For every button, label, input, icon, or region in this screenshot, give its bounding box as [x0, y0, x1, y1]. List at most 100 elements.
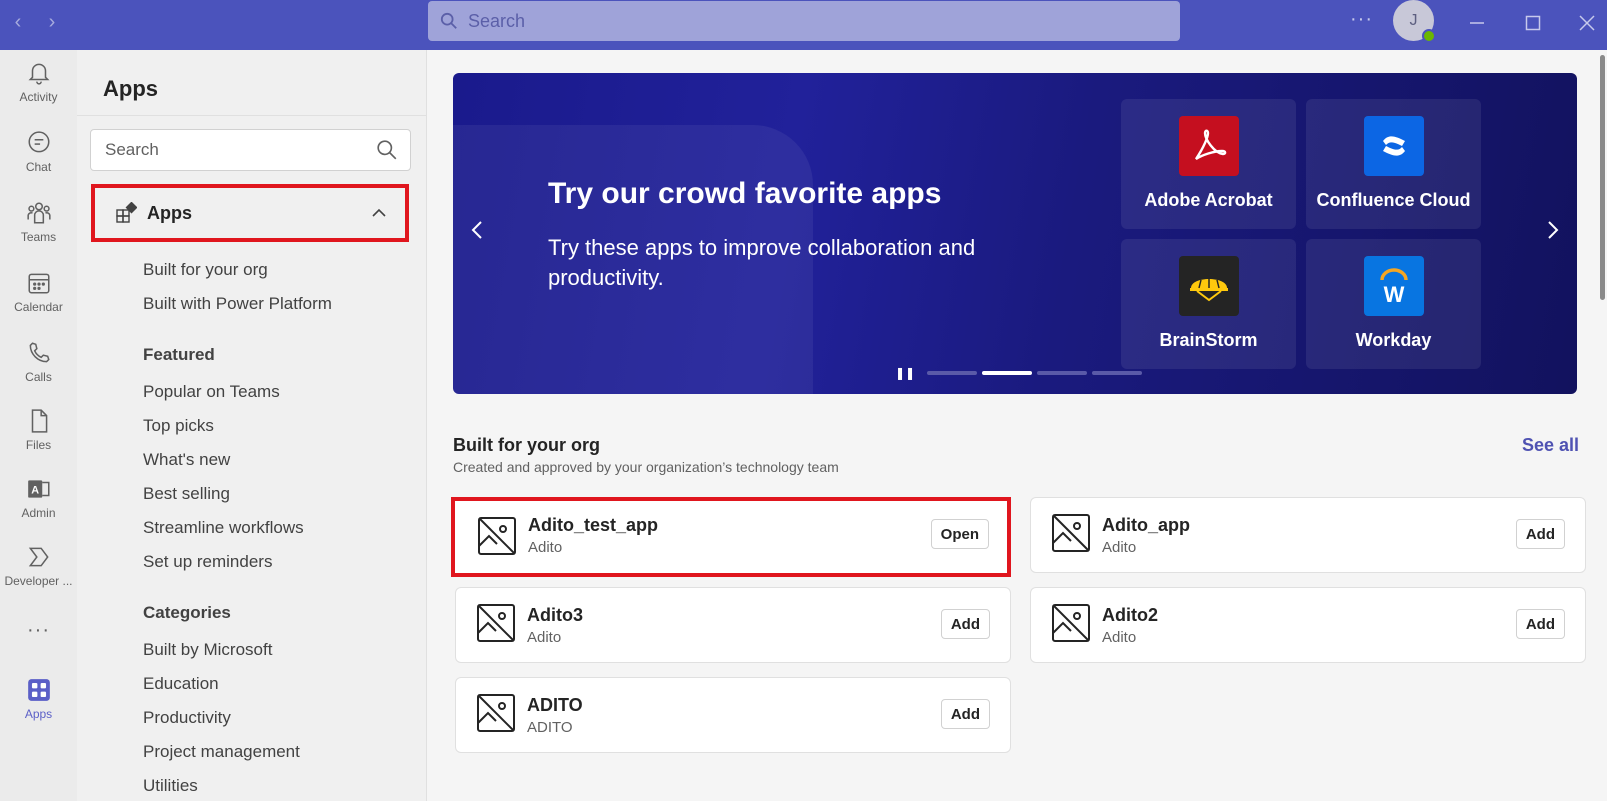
rail-label: Chat — [25, 160, 52, 174]
rail-item-apps[interactable]: Apps — [0, 677, 77, 741]
nav-best-selling[interactable]: Best selling — [143, 484, 230, 504]
hero-tile-brainstorm[interactable]: BrainStorm — [1121, 239, 1296, 369]
see-all-link[interactable]: See all — [1522, 435, 1579, 456]
hero-tile-name: Adobe Acrobat — [1144, 190, 1273, 210]
rail-item-developer[interactable]: Developer ... — [0, 544, 77, 608]
app-card-adito-app[interactable]: Adito_app Adito Add — [1030, 497, 1586, 573]
minimize-icon[interactable] — [1462, 8, 1492, 38]
search-icon — [377, 140, 397, 160]
image-placeholder-icon — [477, 694, 515, 732]
teams-icon — [26, 202, 51, 224]
rail-item-calendar[interactable]: Calendar — [0, 270, 77, 334]
hero-banner: Try our crowd favorite apps Try these ap… — [453, 73, 1577, 394]
developer-icon — [28, 547, 49, 567]
rail-label: Activity — [19, 90, 58, 104]
rail-item-activity[interactable]: Activity — [0, 60, 77, 124]
apps-search-placeholder: Search — [105, 140, 159, 159]
carousel-indicators: ❚❚ — [895, 366, 1147, 380]
image-placeholder-icon — [1052, 514, 1090, 552]
carousel-dot-active[interactable] — [982, 371, 1033, 375]
rail-label: Admin — [21, 506, 56, 520]
rail-item-admin[interactable]: A Admin — [0, 476, 77, 540]
maximize-icon[interactable] — [1518, 8, 1548, 38]
chevron-up-icon — [372, 208, 386, 217]
avatar[interactable]: J — [1393, 0, 1436, 43]
apps-add-icon — [116, 202, 137, 223]
admin-icon: A — [27, 480, 50, 498]
chat-icon — [27, 131, 50, 153]
rail-label: Files — [25, 438, 52, 452]
section-subtitle: Created and approved by your organizatio… — [453, 459, 839, 475]
carousel-dot[interactable] — [1037, 371, 1088, 375]
app-name: Adito2 — [1102, 605, 1158, 625]
app-card-adito2[interactable]: Adito2 Adito Add — [1030, 587, 1586, 663]
nav-built-with-power-platform[interactable]: Built with Power Platform — [143, 294, 332, 314]
apps-search-input[interactable]: Search — [90, 129, 411, 171]
nav-education[interactable]: Education — [143, 674, 219, 694]
app-name: Adito_test_app — [528, 515, 659, 535]
more-options-icon[interactable]: ··· — [1350, 8, 1373, 31]
app-publisher: Adito — [527, 629, 562, 646]
rail-label: Teams — [20, 230, 57, 244]
search-icon — [440, 12, 457, 29]
hero-tile-confluence-cloud[interactable]: Confluence Cloud — [1306, 99, 1481, 229]
hero-tile-adobe-acrobat[interactable]: Adobe Acrobat — [1121, 99, 1296, 229]
carousel-dot[interactable] — [927, 371, 978, 375]
hero-tile-name: Confluence Cloud — [1316, 190, 1471, 210]
rail-label: Calls — [25, 370, 52, 384]
brainstorm-logo-icon — [1178, 256, 1239, 316]
carousel-prev-icon[interactable] — [467, 218, 487, 247]
close-icon[interactable] — [1572, 8, 1602, 38]
apps-section-label: Apps — [147, 202, 192, 223]
bell-icon — [28, 63, 49, 85]
global-search-placeholder: Search — [468, 10, 526, 31]
scrollbar[interactable] — [1600, 55, 1605, 300]
nav-top-picks[interactable]: Top picks — [143, 416, 214, 436]
open-button[interactable]: Open — [930, 519, 989, 549]
divider — [77, 115, 427, 116]
carousel-next-icon[interactable] — [1543, 218, 1563, 247]
nav-built-by-microsoft[interactable]: Built by Microsoft — [143, 640, 272, 660]
hero-tile-workday[interactable]: W Workday — [1306, 239, 1481, 369]
app-rail: Activity Chat Teams Calendar Calls Files… — [0, 50, 77, 801]
nav-project-management[interactable]: Project management — [143, 742, 300, 762]
nav-set-up-reminders[interactable]: Set up reminders — [143, 552, 272, 572]
app-name: Adito_app — [1102, 515, 1190, 535]
workday-logo-icon: W — [1363, 256, 1424, 316]
presence-status-icon — [1422, 29, 1436, 43]
hero-subtitle: Try these apps to improve collaboration … — [548, 235, 976, 290]
add-button[interactable]: Add — [1515, 609, 1565, 639]
nav-built-for-org[interactable]: Built for your org — [143, 260, 268, 280]
apps-section-header[interactable]: Apps — [91, 184, 409, 242]
nav-productivity[interactable]: Productivity — [143, 708, 231, 728]
rail-item-chat[interactable]: Chat — [0, 130, 77, 194]
rail-item-files[interactable]: Files — [0, 408, 77, 472]
categories-heading: Categories — [143, 603, 231, 622]
image-placeholder-icon — [478, 517, 516, 555]
rail-item-teams[interactable]: Teams — [0, 200, 77, 264]
carousel-dot[interactable] — [1092, 371, 1143, 375]
global-search-input[interactable]: Search — [428, 1, 1180, 41]
apps-icon — [27, 679, 50, 701]
app-card-adito-test-app[interactable]: Adito_test_app Adito Open — [451, 497, 1011, 577]
phone-icon — [29, 342, 50, 363]
app-publisher: Adito — [1102, 629, 1137, 646]
pause-icon[interactable]: ❚❚ — [895, 366, 915, 380]
panel-title: Apps — [103, 76, 158, 101]
forward-icon[interactable]: › — [40, 10, 64, 34]
rail-label: Calendar — [14, 300, 63, 314]
app-card-adito3[interactable]: Adito3 Adito Add — [455, 587, 1011, 663]
rail-item-more[interactable]: ··· — [0, 615, 77, 645]
nav-popular-on-teams[interactable]: Popular on Teams — [143, 382, 280, 402]
app-publisher: Adito — [1102, 539, 1137, 556]
nav-whats-new[interactable]: What's new — [143, 450, 230, 470]
nav-streamline-workflows[interactable]: Streamline workflows — [143, 518, 304, 538]
back-icon[interactable]: ‹ — [6, 10, 30, 34]
add-button[interactable]: Add — [940, 609, 990, 639]
add-button[interactable]: Add — [1515, 519, 1565, 549]
add-button[interactable]: Add — [940, 699, 990, 729]
file-icon — [31, 409, 47, 433]
rail-item-calls[interactable]: Calls — [0, 340, 77, 404]
nav-utilities[interactable]: Utilities — [143, 776, 198, 792]
app-card-adito[interactable]: ADITO ADITO Add — [455, 677, 1011, 753]
